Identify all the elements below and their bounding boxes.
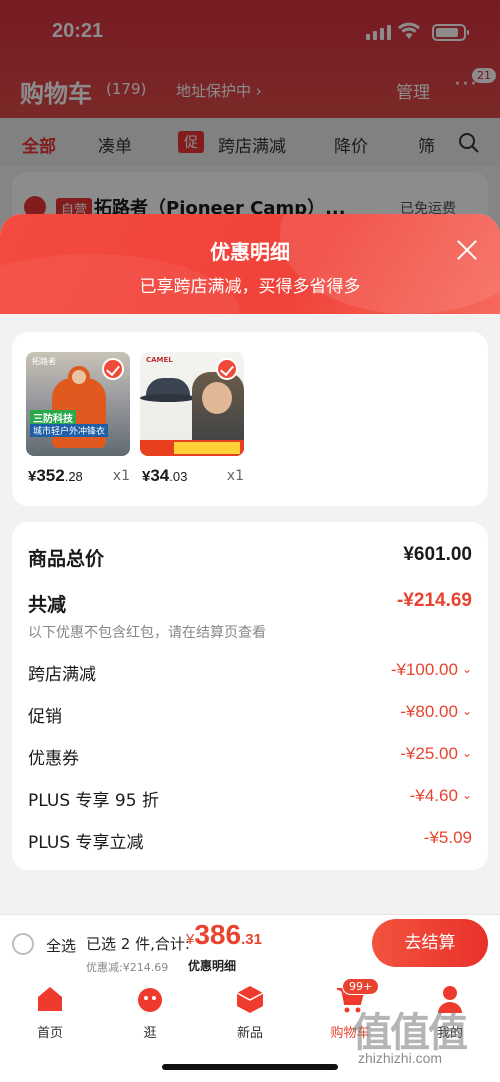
price-decimal: .03 xyxy=(169,469,188,484)
sheet-header: 优惠明细 已享跨店满减，买得多省得多 xyxy=(0,214,500,374)
new-products-icon xyxy=(236,986,264,1013)
discount-amount: -¥100.00 xyxy=(390,660,458,679)
discount-label: PLUS 专享 95 折 xyxy=(28,791,159,811)
product-quantity: x1 xyxy=(112,468,130,484)
chevron-down-icon: ⌄ xyxy=(461,788,472,802)
total-row: 商品总价 ¥601.00 xyxy=(28,544,472,574)
selected-products-card: 拓路者 三防科技 城市轻户外冲锋衣 ¥352.28 x1 CAMEL ¥34.0… xyxy=(12,332,488,506)
tab-home[interactable]: 首页 xyxy=(10,984,90,1041)
discount-summary: 优惠减:¥214.69 xyxy=(86,961,169,974)
checkout-bar: 全选 已选 2 件,合计: ¥386.31 优惠减:¥214.69 优惠明细 去… xyxy=(0,914,500,976)
discount-label: 跨店满减 xyxy=(28,665,96,685)
watermark-text: zhizhizhi.com xyxy=(358,1050,443,1066)
reduction-hint: 以下优惠不包含红包，请在结算页查看 xyxy=(28,625,266,641)
selected-count: 已选 2 件,合计: xyxy=(86,935,190,953)
product-brand: 拓路者 xyxy=(32,357,56,366)
product-brand: CAMEL xyxy=(146,356,173,364)
tab-label: 逛 xyxy=(143,1026,157,1041)
hat-brim xyxy=(140,394,196,402)
discount-value: -¥25.00 ⌄ xyxy=(400,744,472,764)
chevron-down-icon: ⌄ xyxy=(461,746,472,760)
discount-row-promotion[interactable]: 促销 -¥80.00 ⌄ xyxy=(28,702,472,732)
discount-row-plus-95[interactable]: PLUS 专享 95 折 -¥4.60 ⌄ xyxy=(28,786,472,816)
product-check-icon[interactable] xyxy=(102,358,124,380)
price-integer: 352 xyxy=(36,466,65,485)
discount-label: 优惠券 xyxy=(28,749,79,769)
discount-detail-link[interactable]: 优惠明细 xyxy=(188,957,236,974)
checkout-button[interactable]: 去结算 xyxy=(372,919,488,967)
watermark: 值值值 zhizhizhi.com xyxy=(352,1000,492,1066)
discount-amount: -¥4.60 xyxy=(409,786,458,805)
tab-label: 新品 xyxy=(236,1026,263,1041)
model-face xyxy=(68,366,90,388)
stroll-icon xyxy=(138,988,162,1012)
total-amount: ¥386.31 xyxy=(186,919,262,951)
select-all-label[interactable]: 全选 xyxy=(46,935,76,956)
product-label-1: 三防科技 xyxy=(30,410,76,425)
product-price: ¥352.28 xyxy=(28,466,83,486)
discount-amount: -¥80.00 xyxy=(400,702,458,721)
discount-value: -¥5.09 xyxy=(423,828,472,847)
price-integer: 34 xyxy=(150,466,170,485)
reduction-value: -¥214.69 xyxy=(396,590,472,611)
total-label: 商品总价 xyxy=(28,548,105,570)
sheet-title: 优惠明细 xyxy=(210,240,290,264)
discount-label: PLUS 专享立减 xyxy=(28,833,144,853)
discount-value: -¥4.60 ⌄ xyxy=(410,786,472,806)
sum-integer: 386 xyxy=(194,919,242,950)
product-check-icon[interactable] xyxy=(216,358,238,380)
chevron-down-icon: ⌄ xyxy=(461,662,472,676)
chevron-down-icon: ⌄ xyxy=(461,704,472,718)
tab-stroll[interactable]: 逛 xyxy=(110,984,190,1041)
cart-badge: 99+ xyxy=(342,978,380,995)
product-price: ¥34.03 xyxy=(142,466,187,486)
price-breakdown-card: 商品总价 ¥601.00 共减 -¥214.69 以下优惠不包含红包，请在结算页… xyxy=(12,522,488,870)
total-value: ¥601.00 xyxy=(403,544,472,565)
sum-decimal: .31 xyxy=(241,931,262,948)
product-quantity: x1 xyxy=(226,468,244,484)
product-label-2: 城市轻户外冲锋衣 xyxy=(30,424,109,437)
reduction-row: 共减 -¥214.69 xyxy=(28,590,472,620)
discount-label: 促销 xyxy=(28,707,62,727)
model-face xyxy=(202,382,232,414)
reduction-label: 共减 xyxy=(28,594,67,616)
discount-row-cross-store[interactable]: 跨店满减 -¥100.00 ⌄ xyxy=(28,660,472,690)
promo-strip-2 xyxy=(174,442,240,454)
sheet-subtitle: 已享跨店满减，买得多省得多 xyxy=(139,277,361,297)
discount-amount: -¥25.00 xyxy=(400,744,458,763)
discount-value: -¥100.00 ⌄ xyxy=(391,660,472,680)
discount-detail-sheet: 优惠明细 已享跨店满减，买得多省得多 拓路者 三防科技 城市轻户外冲锋衣 ¥35… xyxy=(0,214,500,914)
price-decimal: .28 xyxy=(64,469,83,484)
discount-row-coupon[interactable]: 优惠券 -¥25.00 ⌄ xyxy=(28,744,472,774)
home-indicator[interactable] xyxy=(162,1064,338,1070)
close-icon[interactable] xyxy=(450,234,484,268)
select-all-checkbox[interactable] xyxy=(12,933,34,955)
home-icon xyxy=(38,987,62,1011)
tab-new-products[interactable]: 新品 xyxy=(210,984,290,1041)
discount-row-plus-instant: PLUS 专享立减 -¥5.09 xyxy=(28,828,472,858)
tab-label: 首页 xyxy=(36,1026,63,1041)
discount-value: -¥80.00 ⌄ xyxy=(400,702,472,722)
